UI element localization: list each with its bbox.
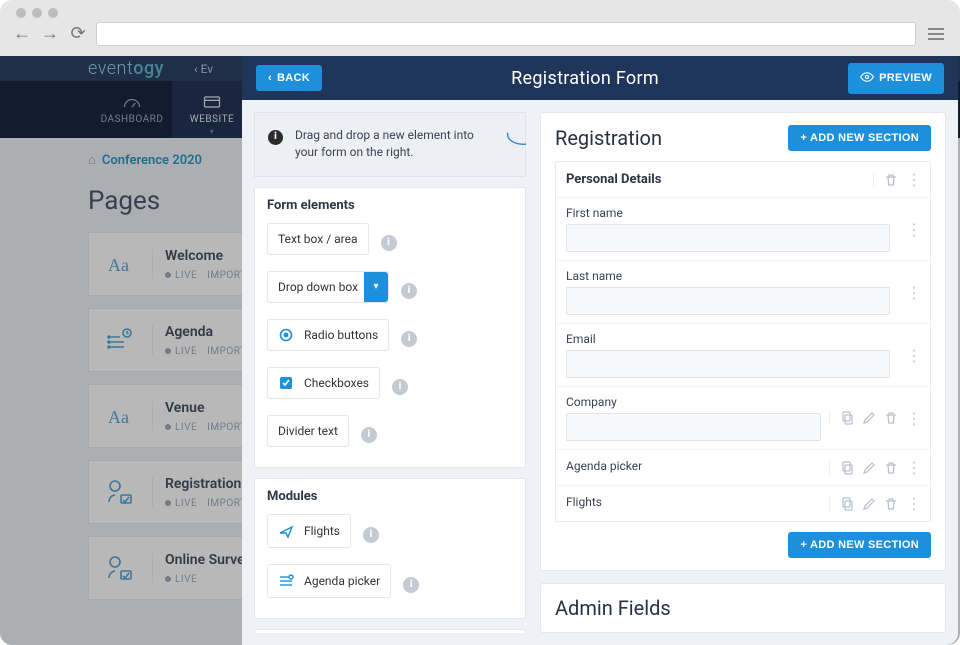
palette-agenda-picker[interactable]: Agenda picker: [267, 564, 391, 598]
registration-heading: Registration: [555, 126, 662, 150]
eye-icon: [860, 70, 874, 87]
forward-arrow-icon[interactable]: →: [40, 25, 60, 43]
meetings-panel: Meetings Meeting timeslots i: [254, 629, 526, 633]
back-button[interactable]: ‹ BACK: [256, 65, 322, 91]
svg-text:Aa: Aa: [108, 407, 129, 427]
form-builder-modal: ‹ BACK Registration Form PREVIEW i Drag …: [242, 56, 958, 645]
browser-chrome: ← → ⟳: [0, 0, 960, 56]
chevron-down-icon[interactable]: ▾: [364, 272, 388, 302]
arrow-swoosh-icon: [501, 129, 526, 158]
info-icon: i: [268, 130, 283, 145]
field-label: Flights: [566, 495, 821, 509]
tab-dashboard[interactable]: DASHBOARD: [92, 81, 172, 138]
builder-left-column: i Drag and drop a new element into your …: [254, 112, 526, 633]
palette-textbox[interactable]: Text box / area: [267, 223, 369, 255]
copy-icon[interactable]: [840, 411, 854, 425]
admin-fields-card: Admin Fields: [540, 583, 946, 633]
edit-icon[interactable]: [862, 411, 876, 425]
checkbox-icon: [278, 376, 294, 390]
hamburger-menu-icon[interactable]: [924, 22, 948, 46]
trash-icon[interactable]: [884, 173, 898, 187]
palette-checkbox[interactable]: Checkboxes: [267, 367, 380, 399]
registration-card: Registration + ADD NEW SECTION Personal …: [540, 112, 946, 571]
add-section-button[interactable]: + ADD NEW SECTION: [788, 125, 931, 151]
drag-handle-icon[interactable]: ⋮: [906, 283, 920, 302]
palette-radio[interactable]: Radio buttons: [267, 319, 389, 351]
first-name-input[interactable]: [566, 224, 890, 252]
email-input[interactable]: [566, 350, 890, 378]
drag-handle-icon[interactable]: ⋮: [906, 494, 920, 513]
palette-flights[interactable]: Flights: [267, 514, 351, 548]
modal-header: ‹ BACK Registration Form PREVIEW: [242, 56, 958, 100]
field-label: Last name: [566, 269, 890, 283]
drag-handle-icon[interactable]: ⋮: [906, 170, 920, 189]
field-label: Agenda picker: [566, 459, 821, 473]
url-bar[interactable]: [96, 22, 916, 46]
svg-text:Aa: Aa: [108, 255, 129, 275]
info-icon[interactable]: i: [392, 379, 408, 395]
trash-icon[interactable]: [884, 411, 898, 425]
window-dot: [16, 8, 26, 18]
section-personal-details: Personal Details ⋮ First name: [555, 161, 931, 522]
info-icon[interactable]: i: [401, 283, 417, 299]
copy-icon[interactable]: [840, 497, 854, 511]
trash-icon[interactable]: [884, 461, 898, 475]
info-icon[interactable]: i: [403, 577, 419, 593]
window-dot: [32, 8, 42, 18]
preview-button[interactable]: PREVIEW: [848, 63, 944, 94]
field-label: Company: [566, 395, 821, 409]
trash-icon[interactable]: [884, 497, 898, 511]
tab-website[interactable]: WEBSITE ▾: [172, 81, 252, 138]
drag-handle-icon[interactable]: ⋮: [906, 409, 920, 428]
last-name-input[interactable]: [566, 287, 890, 315]
edit-icon[interactable]: [862, 497, 876, 511]
palette-divider[interactable]: Divider text: [267, 415, 349, 447]
drag-handle-icon[interactable]: ⋮: [906, 220, 920, 239]
reload-icon[interactable]: ⟳: [68, 25, 88, 43]
window-icon: [202, 94, 222, 110]
text-style-icon: Aa: [89, 401, 153, 431]
gauge-icon: [122, 94, 142, 110]
form-elements-panel: Form elements Text box / area i Drop dow…: [254, 187, 526, 468]
hint-box: i Drag and drop a new element into your …: [254, 112, 526, 177]
info-icon[interactable]: i: [363, 527, 379, 543]
form-icon: [89, 477, 153, 507]
admin-fields-heading: Admin Fields: [555, 596, 931, 620]
copy-icon[interactable]: [840, 461, 854, 475]
field-label: First name: [566, 206, 890, 220]
builder-right-column: Registration + ADD NEW SECTION Personal …: [540, 112, 946, 633]
window-controls: [12, 6, 948, 22]
drag-handle-icon[interactable]: ⋮: [906, 458, 920, 477]
edit-icon[interactable]: [862, 461, 876, 475]
chevron-left-icon: ‹: [268, 72, 272, 84]
palette-dropdown[interactable]: Drop down box ▾: [267, 271, 389, 303]
plane-icon: [278, 523, 294, 539]
modules-panel: Modules Flights i Agenda: [254, 478, 526, 619]
text-style-icon: Aa: [89, 249, 153, 279]
modal-title: Registration Form: [511, 68, 659, 89]
form-elements-heading: Form elements: [267, 198, 513, 213]
home-icon: ⌂: [88, 152, 96, 168]
info-icon[interactable]: i: [381, 235, 397, 251]
field-label: Email: [566, 332, 890, 346]
chevron-down-icon: ▾: [210, 127, 215, 136]
info-icon[interactable]: i: [401, 331, 417, 347]
modules-heading: Modules: [267, 489, 513, 504]
agenda-icon: [89, 325, 153, 355]
back-arrow-icon[interactable]: ←: [12, 25, 32, 43]
brand-logo: eventogy: [88, 58, 164, 79]
info-icon[interactable]: i: [361, 427, 377, 443]
add-section-button[interactable]: + ADD NEW SECTION: [788, 532, 931, 558]
drag-handle-icon[interactable]: ⋮: [906, 346, 920, 365]
form-icon: [89, 553, 153, 583]
section-title: Personal Details: [566, 172, 873, 187]
agenda-icon: [278, 573, 294, 589]
window-dot: [48, 8, 58, 18]
radio-icon: [278, 328, 294, 342]
company-input[interactable]: [566, 413, 821, 441]
crumb-back[interactable]: ‹ Ev: [194, 62, 213, 76]
